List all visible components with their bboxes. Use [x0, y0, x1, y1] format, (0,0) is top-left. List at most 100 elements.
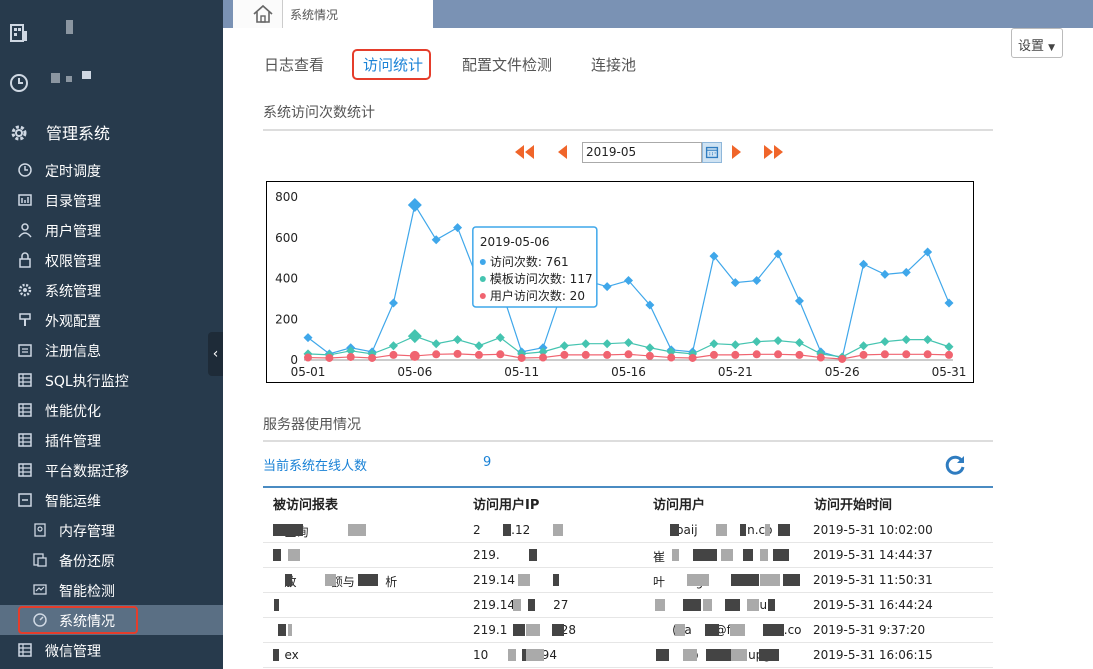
table-row[interactable]: 放 额与 析219.14叶 gi2019-5-31 11:50:31 [263, 568, 993, 593]
sidebar-item-wechat[interactable]: 微信管理 [0, 635, 223, 665]
data-point-visits [388, 298, 398, 308]
cell-start-time: 2019-5-31 10:02:00 [813, 523, 933, 537]
data-point-template [559, 341, 569, 351]
sidebar-item-appearance[interactable]: 外观配置 [0, 305, 223, 335]
user-icon [18, 223, 32, 238]
data-point-visits [602, 282, 612, 292]
col-header-report[interactable]: 被访问报表 [273, 494, 338, 513]
sidebar-item-label: 智能检测 [59, 584, 115, 600]
data-point-users [902, 350, 911, 359]
table-row[interactable]: ex10 3.194 o upg2019-5-31 16:06:15 [263, 643, 993, 668]
data-point-visits [859, 259, 869, 269]
sidebar-item-performance[interactable]: 性能优化 [0, 395, 223, 425]
sidebar-logo-row[interactable] [0, 18, 223, 48]
data-point-template [859, 341, 869, 351]
sidebar-item-smart-check[interactable]: 智能检测 [0, 575, 223, 605]
cell-ip: 2 2.12 [473, 523, 531, 537]
sidebar-item-directory[interactable]: 目录管理 [0, 185, 223, 215]
redaction-mask [730, 624, 745, 636]
redaction-mask [670, 524, 679, 536]
redaction-mask [725, 599, 740, 611]
prev-month-icon[interactable] [555, 142, 569, 162]
folder-tree-icon [18, 194, 32, 206]
sidebar-item-permissions[interactable]: 权限管理 [0, 245, 223, 275]
col-header-start-time[interactable]: 访问开始时间 [814, 494, 892, 513]
sidebar-item-label: 性能优化 [45, 404, 101, 420]
col-header-user[interactable]: 访问用户 [653, 494, 705, 513]
table-row[interactable]: 219.1 28 (ba @fi .co 2019-5-31 9:37:20 [263, 618, 993, 643]
sidebar-item-label: 用户管理 [45, 224, 101, 240]
sidebar-item-plugins[interactable]: 插件管理 [0, 425, 223, 455]
redaction-mask [503, 524, 511, 536]
sidebar-item-registration[interactable]: 注册信息 [0, 335, 223, 365]
x-tick-label: 05-01 [291, 365, 326, 379]
sidebar-collapse-button[interactable]: ‹ [208, 332, 223, 376]
redaction-mask [683, 599, 701, 611]
y-tick-label: 600 [275, 231, 298, 245]
redaction-mask [693, 549, 717, 561]
refresh-icon[interactable] [943, 453, 967, 477]
redaction-mask [716, 524, 727, 536]
first-page-icon[interactable] [513, 142, 535, 162]
redaction-mask [288, 549, 300, 561]
col-header-ip[interactable]: 访问用户IP [473, 494, 539, 513]
sidebar-item-label: 平台数据迁移 [45, 464, 129, 480]
redaction-mask [721, 549, 733, 561]
online-users-label: 当前系统在线人数 [263, 459, 368, 474]
sidebar-item-memory[interactable]: 内存管理 [0, 515, 223, 545]
data-point-users [945, 350, 953, 359]
data-point-users [474, 350, 483, 359]
x-tick-label: 05-21 [718, 365, 753, 379]
tab-config-check[interactable]: 配置文件检测 [462, 54, 552, 75]
data-point-users [453, 349, 462, 358]
sidebar-item-label: 智能运维 [45, 494, 101, 510]
redaction-mask [508, 649, 516, 661]
table-row[interactable]: 查询2 2.12 baij n.co2019-5-31 10:02:00 [263, 518, 993, 543]
cell-start-time: 2019-5-31 9:37:20 [813, 623, 926, 637]
redaction-mask [765, 524, 770, 536]
data-point-users [389, 350, 398, 359]
tab-log-view[interactable]: 日志查看 [264, 54, 324, 75]
sidebar-recent-row[interactable] [0, 68, 223, 98]
redaction-mask [274, 599, 279, 611]
sidebar-item-sql-monitor[interactable]: SQL执行监控 [0, 365, 223, 395]
sidebar-item-smart-ops[interactable]: 智能运维 [0, 485, 223, 515]
home-tab[interactable] [233, 0, 283, 28]
redaction-mask [760, 549, 768, 561]
sidebar-item-users[interactable]: 用户管理 [0, 215, 223, 245]
sidebar-item-label: 微信管理 [45, 644, 101, 660]
tooltip-line: 访问次数: 761 [490, 254, 569, 269]
month-input[interactable]: 2019-05 [582, 142, 702, 163]
tab-connection-pool[interactable]: 连接池 [591, 54, 636, 75]
tooltip-series-dot [479, 258, 486, 265]
data-point-template [773, 336, 783, 346]
last-page-icon[interactable] [763, 142, 785, 162]
sidebar-item-system-status[interactable]: 系统情况 [0, 605, 223, 635]
cell-start-time: 2019-5-31 11:50:31 [813, 573, 933, 587]
y-tick-label: 200 [275, 312, 298, 326]
sidebar-item-label: 权限管理 [45, 254, 101, 270]
sidebar-item-label: 系统情况 [59, 614, 115, 630]
page-tab-system-status[interactable]: 系统情况 [283, 0, 433, 28]
calendar-icon[interactable] [702, 142, 722, 163]
data-point-users [346, 352, 355, 361]
settings-dropdown[interactable]: 设置 ▼ [1011, 28, 1063, 58]
sidebar-item-data-migration[interactable]: 平台数据迁移 [0, 455, 223, 485]
sidebar-item-system[interactable]: 系统管理 [0, 275, 223, 305]
sidebar-item-backup[interactable]: 备份还原 [0, 545, 223, 575]
sidebar-section-management[interactable]: 管理系统 [0, 115, 223, 147]
data-point-users [517, 353, 526, 362]
x-tick-label: 05-06 [397, 365, 432, 379]
table-row[interactable]: 219. 崔 2019-5-31 14:44:37 [263, 543, 993, 568]
next-month-icon[interactable] [730, 142, 744, 162]
redaction-mask [763, 624, 784, 636]
data-point-template [624, 338, 633, 348]
cell-start-time: 2019-5-31 16:44:24 [813, 598, 933, 612]
table-row[interactable]: 219.14 27 ou 2019-5-31 16:44:24 [263, 593, 993, 618]
sidebar-item-scheduling[interactable]: 定时调度 [0, 155, 223, 185]
gear-icon [11, 125, 27, 141]
redaction-mask [526, 624, 540, 636]
table-icon [18, 463, 32, 477]
data-point-template [880, 337, 890, 347]
data-point-users [409, 350, 420, 361]
